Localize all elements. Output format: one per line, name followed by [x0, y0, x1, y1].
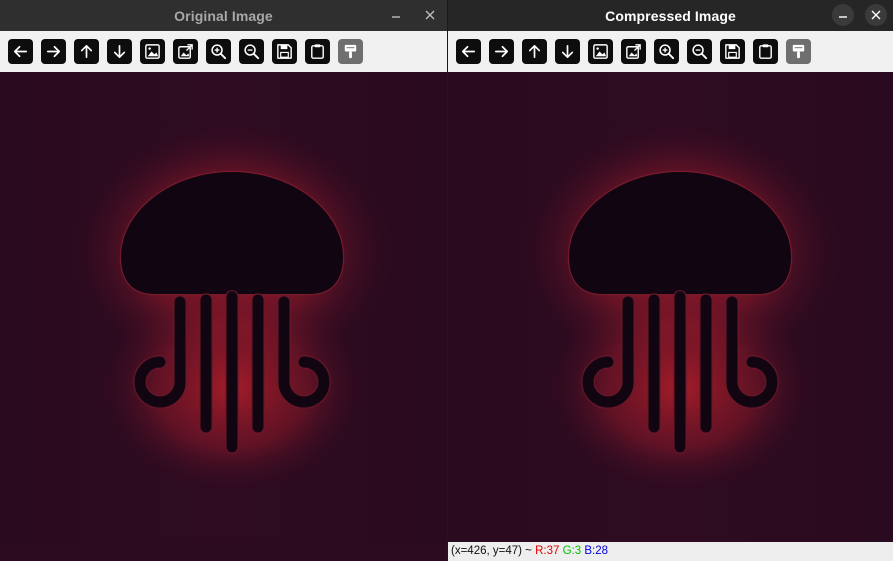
pixel-red-value: R:37 [535, 545, 560, 557]
zoom-out-icon [692, 44, 708, 60]
zoom-in-button[interactable] [654, 39, 679, 64]
arrow-left-button[interactable] [456, 39, 481, 64]
title-bar[interactable]: Original Image [0, 0, 447, 31]
image-export-button[interactable] [621, 39, 646, 64]
zoom-in-icon [659, 44, 675, 60]
pixel-green-value: G:3 [562, 545, 582, 557]
clipboard-icon [759, 44, 772, 59]
save-button[interactable] [720, 39, 745, 64]
minimize-icon [839, 16, 847, 18]
arrow-up-icon [80, 44, 93, 59]
arrow-left-icon [461, 45, 476, 58]
arrow-left-button[interactable] [8, 39, 33, 64]
image-icon-button[interactable] [140, 39, 165, 64]
image-canvas[interactable] [0, 72, 447, 542]
minimize-button[interactable] [832, 4, 854, 26]
zoom-in-button[interactable] [206, 39, 231, 64]
close-button[interactable] [865, 4, 887, 26]
arrow-down-button[interactable] [555, 39, 580, 64]
arrow-left-icon [13, 45, 28, 58]
arrow-down-icon [561, 44, 574, 59]
image-export-icon [178, 44, 193, 59]
zoom-in-icon [211, 44, 227, 60]
cursor-coords: (x=426, y=47) [451, 545, 522, 557]
image-icon-button[interactable] [588, 39, 613, 64]
clipboard-button[interactable] [753, 39, 778, 64]
arrow-right-icon [46, 45, 61, 58]
save-button[interactable] [272, 39, 297, 64]
arrow-right-button[interactable] [41, 39, 66, 64]
clipboard-icon [311, 44, 324, 59]
image-icon-icon [145, 44, 160, 59]
properties-icon [344, 44, 357, 59]
compressed-image-window: Compressed Image (x=426, y=47) ~ R:37 G:… [448, 0, 893, 561]
properties-button[interactable] [786, 39, 811, 64]
arrow-up-icon [528, 44, 541, 59]
arrow-up-button[interactable] [74, 39, 99, 64]
original-image-window: Original Image [0, 0, 447, 561]
arrow-right-icon [494, 45, 509, 58]
pixel-blue-value: B:28 [584, 545, 608, 557]
minimize-button[interactable] [385, 4, 407, 26]
arrow-down-icon [113, 44, 126, 59]
close-icon [425, 10, 435, 20]
clipboard-button[interactable] [305, 39, 330, 64]
save-icon [725, 44, 740, 59]
window-title: Compressed Image [605, 7, 736, 24]
zoom-out-icon [244, 44, 260, 60]
arrow-down-button[interactable] [107, 39, 132, 64]
image-icon-icon [593, 44, 608, 59]
minimize-icon [392, 16, 400, 18]
zoom-out-button[interactable] [239, 39, 264, 64]
title-bar[interactable]: Compressed Image [448, 0, 893, 31]
close-button[interactable] [419, 4, 441, 26]
jellyfish-image [448, 72, 893, 542]
arrow-up-button[interactable] [522, 39, 547, 64]
window-title: Original Image [174, 7, 273, 24]
status-bar: (x=426, y=47) ~ R:37 G:3 B:28 [448, 542, 893, 561]
toolbar [0, 31, 447, 72]
toolbar [448, 31, 893, 72]
close-icon [871, 10, 881, 20]
jellyfish-image [0, 72, 447, 542]
save-icon [277, 44, 292, 59]
image-export-icon [626, 44, 641, 59]
arrow-right-button[interactable] [489, 39, 514, 64]
properties-icon [792, 44, 805, 59]
image-canvas[interactable] [448, 72, 893, 542]
image-export-button[interactable] [173, 39, 198, 64]
status-separator: ~ [521, 545, 536, 557]
zoom-out-button[interactable] [687, 39, 712, 64]
properties-button[interactable] [338, 39, 363, 64]
